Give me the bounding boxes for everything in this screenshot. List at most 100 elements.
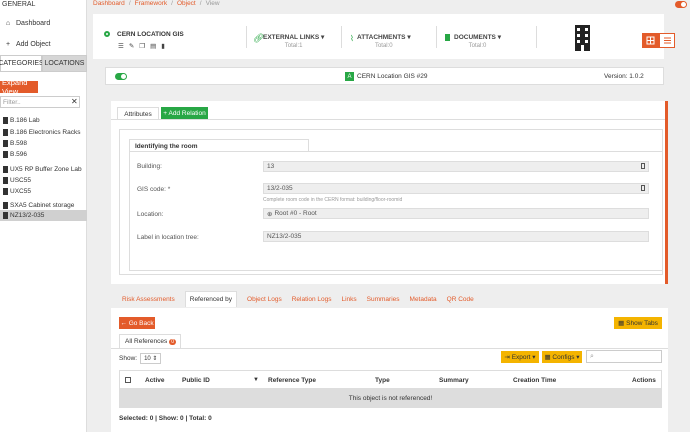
sidebar-general-heading: GENERAL [2, 1, 36, 8]
building-icon [3, 166, 8, 173]
tab-relation-logs[interactable]: Relation Logs [292, 296, 332, 303]
tab-referenced-by[interactable]: Referenced by [184, 291, 238, 307]
dashboard-icon: ⌂ [5, 19, 11, 27]
external-links-total: Total:1 [284, 43, 303, 49]
location-item-selected[interactable]: NZ13/2-035 [0, 210, 87, 221]
divider [246, 26, 247, 48]
document-icon [445, 34, 450, 41]
tab-categories[interactable]: CATEGORIES [0, 55, 44, 72]
paperclip-icon: ⌇ [350, 34, 354, 43]
active-toggle[interactable] [115, 73, 127, 80]
gis-code-field[interactable]: 13/2-035 [263, 183, 649, 194]
column-type[interactable]: Type [375, 377, 390, 384]
references-count-badge: 0 [169, 338, 177, 345]
column-active[interactable]: Active [145, 377, 165, 384]
column-actions: Actions [632, 377, 656, 384]
column-summary[interactable]: Summary [439, 377, 469, 384]
gis-code-value: 13/2-035 [267, 185, 293, 192]
documents-total: Total:0 [468, 43, 487, 49]
list-icon[interactable]: ☰ [118, 42, 124, 50]
location-label: SXA5 Cabinet storage [10, 202, 75, 209]
location-item[interactable]: B.598 [0, 138, 87, 149]
external-links-dropdown[interactable]: EXTERNAL LINKS ▾ Total:1 [263, 33, 324, 49]
location-field[interactable]: ⊕ Root #0 - Root [263, 208, 649, 219]
sidebar-item-add-object[interactable]: + Add Object [0, 37, 87, 51]
label-in-tree-field[interactable]: NZ13/2-035 [263, 231, 649, 242]
table-footer: Selected: 0 | Show: 0 | Total: 0 [119, 415, 212, 422]
location-label: B.598 [10, 140, 27, 147]
grid-view-button[interactable] [642, 33, 659, 48]
delete-icon[interactable]: ▮ [161, 42, 165, 50]
version-label: Version: 1.0.2 [604, 73, 644, 80]
tab-all-references[interactable]: All References 0 [119, 334, 181, 348]
breadcrumb-object[interactable]: Object [177, 0, 196, 9]
attachments-total: Total:0 [374, 43, 393, 49]
documents-dropdown[interactable]: DOCUMENTS ▾ Total:0 [454, 33, 501, 49]
expand-view-button[interactable]: Expand View [0, 78, 38, 96]
column-creation-time[interactable]: Creation Time [513, 377, 556, 384]
copy-icon[interactable]: ❐ [139, 42, 145, 50]
tab-object-logs[interactable]: Object Logs [247, 296, 282, 303]
select-all-checkbox[interactable] [125, 377, 131, 383]
tab-locations[interactable]: LOCATIONS [42, 55, 87, 72]
column-public-id[interactable]: Public ID [182, 377, 210, 384]
location-item[interactable]: B.596 [0, 149, 87, 160]
tab-metadata[interactable]: Metadata [410, 296, 437, 303]
label-in-tree-value: NZ13/2-035 [267, 233, 302, 240]
configs-button[interactable]: ▦ Configs ▾ [542, 351, 582, 363]
show-tabs-button[interactable]: ▦ Show Tabs [614, 317, 662, 329]
location-label: B.186 Lab [10, 117, 40, 124]
breadcrumb: Dashboard / Framework / Object / View [93, 0, 220, 9]
building-icon [3, 177, 8, 184]
table-search-input[interactable]: ⌕ [586, 350, 662, 363]
go-back-button[interactable]: ← Go Back [119, 317, 155, 329]
tab-risk-assessments[interactable]: Risk Assessments [122, 296, 175, 303]
top-toggle[interactable] [675, 1, 687, 8]
clipboard-icon[interactable] [641, 185, 645, 191]
tab-qr-code[interactable]: QR Code [447, 296, 474, 303]
location-label: Location: [137, 211, 164, 218]
location-item[interactable]: B.186 Lab [0, 115, 87, 126]
attachments-dropdown[interactable]: ATTACHMENTS ▾ Total:0 [357, 33, 411, 49]
location-value: Root #0 - Root [274, 210, 317, 217]
list-view-icon [664, 37, 671, 44]
export-icon: ⇥ [504, 354, 510, 361]
identifying-room-fieldset: Identifying the room Building: 13 GIS co… [119, 129, 663, 275]
building-icon [575, 25, 590, 51]
location-item[interactable]: UXC55 [0, 186, 87, 197]
sidebar-item-label: Add Object [16, 40, 51, 48]
globe-icon: ⊕ [267, 210, 273, 218]
tab-summaries[interactable]: Summaries [367, 296, 400, 303]
export-button[interactable]: ⇥ Export ▾ [501, 351, 539, 363]
plus-icon: + [5, 40, 11, 48]
divider [536, 26, 537, 48]
sidebar-item-dashboard[interactable]: ⌂ Dashboard [0, 16, 87, 30]
column-reference-type[interactable]: Reference Type [268, 377, 316, 384]
file-icon[interactable]: ▤ [150, 42, 156, 50]
clear-filter-icon[interactable]: ✕ [71, 97, 78, 106]
location-item[interactable]: UX5 RP Buffer Zone Lab [0, 164, 87, 175]
building-icon [3, 188, 8, 195]
edit-icon[interactable]: ✎ [129, 42, 134, 50]
building-icon [3, 151, 8, 158]
export-label: Export [511, 353, 531, 361]
filter-input[interactable]: Filter.. [0, 96, 80, 108]
sort-icon[interactable]: ▼ [253, 377, 259, 383]
bottom-tabs: Risk Assessments Referenced by Object Lo… [111, 290, 668, 308]
tab-links[interactable]: Links [341, 296, 356, 303]
attachments-label: ATTACHMENTS [357, 34, 406, 41]
clipboard-icon[interactable] [641, 163, 645, 169]
page-size-select[interactable]: 10 ⇕ [140, 353, 162, 364]
location-item[interactable]: B.186 Electronics Racks [0, 127, 87, 138]
documents-label: DOCUMENTS [454, 34, 496, 41]
add-relation-button[interactable]: + Add Relation [161, 107, 208, 119]
breadcrumb-dashboard[interactable]: Dashboard [93, 0, 125, 9]
location-item[interactable]: USC55 [0, 175, 87, 186]
arrow-left-icon: ← [120, 319, 127, 327]
breadcrumb-framework[interactable]: Framework [135, 0, 168, 9]
empty-table-message: This object is not referenced! [119, 389, 662, 408]
breadcrumb-view: View [205, 0, 220, 7]
list-view-button[interactable] [659, 33, 675, 48]
location-label: B.596 [10, 151, 27, 158]
building-field[interactable]: 13 [263, 161, 649, 172]
